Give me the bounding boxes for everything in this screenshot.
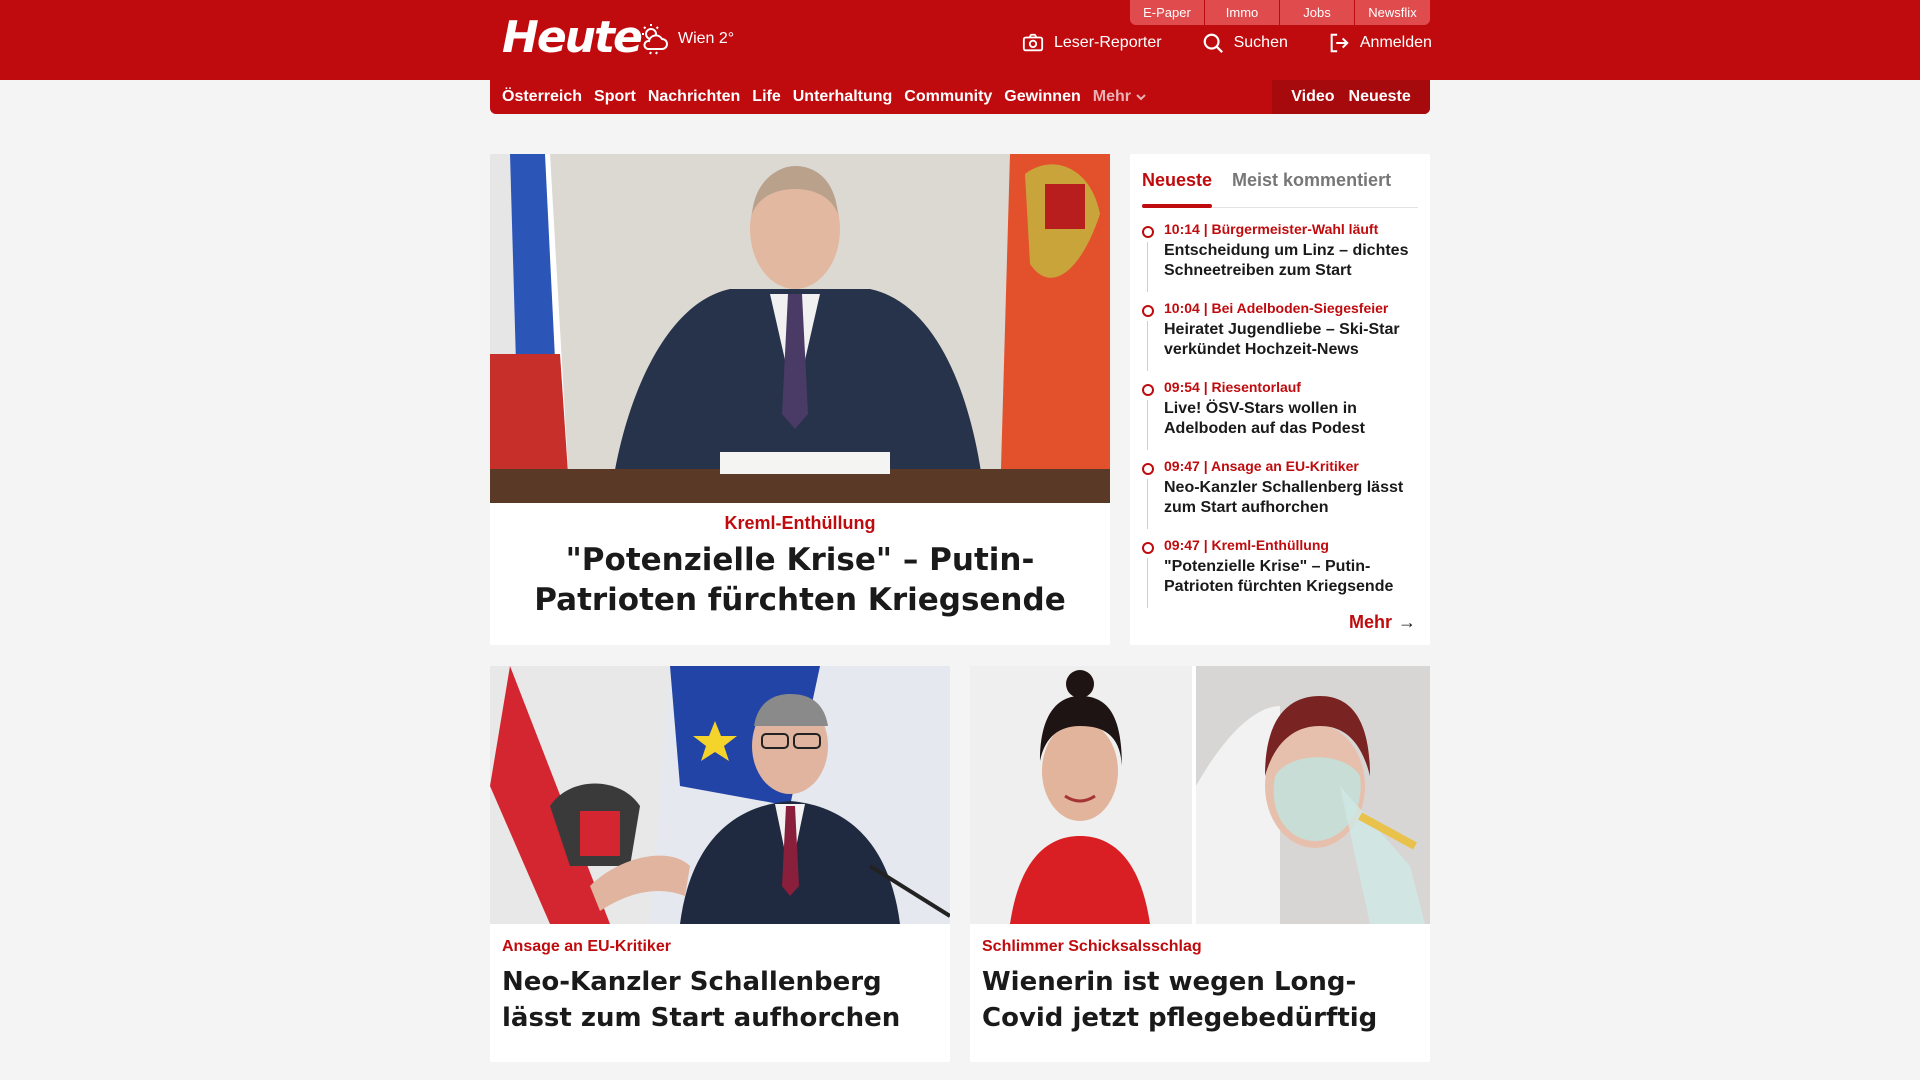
- article-card-headline[interactable]: Neo-Kanzler Schallenberg lässt zum Start…: [502, 964, 938, 1036]
- chevron-down-icon: [1136, 94, 1146, 101]
- news-feed-meta: 09:47 | Ansage an EU-Kritiker: [1164, 458, 1359, 474]
- leser-reporter-label: Leser-Reporter: [1054, 34, 1162, 51]
- article-card-image[interactable]: [970, 666, 1430, 924]
- nav-item-nachrichten[interactable]: Nachrichten: [648, 88, 740, 106]
- news-feed-meta: 10:14 | Bürgermeister-Wahl läuft: [1164, 221, 1379, 237]
- login-button[interactable]: Anmelden: [1328, 32, 1432, 54]
- nav-item-unterhaltung[interactable]: Unterhaltung: [793, 88, 893, 106]
- news-feed-title[interactable]: Live! ÖSV-Stars wollen in Adelboden auf …: [1164, 399, 1418, 439]
- sidebar-tabs: Neueste Meist kommentiert: [1142, 162, 1418, 208]
- nav-items: Österreich Sport Nachrichten Life Unterh…: [490, 80, 1159, 114]
- news-feed-list: 10:14 | Bürgermeister-Wahl läuft Entsche…: [1142, 220, 1418, 615]
- sidebar-more-link[interactable]: Mehr →: [1349, 612, 1416, 633]
- arrow-right-icon: →: [1398, 612, 1416, 632]
- article-card-kicker: Ansage an EU-Kritiker: [502, 938, 671, 955]
- login-icon: [1330, 33, 1349, 53]
- hero-headline[interactable]: "Potenzielle Krise" – Putin-Patrioten fü…: [490, 534, 1110, 620]
- news-feed-item[interactable]: 09:47 | Ansage an EU-Kritiker Neo-Kanzle…: [1142, 457, 1418, 536]
- news-feed-meta: 10:04 | Bei Adelboden-Siegesfeier: [1164, 300, 1389, 316]
- news-feed-item[interactable]: 10:04 | Bei Adelboden-Siegesfeier Heirat…: [1142, 299, 1418, 378]
- top-link-jobs[interactable]: Jobs: [1280, 0, 1355, 25]
- news-feed-item[interactable]: 10:14 | Bürgermeister-Wahl läuft Entsche…: [1142, 220, 1418, 299]
- news-feed-title[interactable]: Neo-Kanzler Schallenberg lässt zum Start…: [1164, 478, 1418, 518]
- top-link-newsflix[interactable]: Newsflix: [1355, 0, 1430, 25]
- nav-item-oesterreich[interactable]: Österreich: [502, 88, 582, 106]
- article-photo: [970, 666, 1430, 924]
- news-feed-meta: 09:54 | Riesentorlauf: [1164, 379, 1301, 395]
- search-button[interactable]: Suchen: [1202, 32, 1288, 54]
- hero-article[interactable]: Kreml-Enthüllung "Potenzielle Krise" – P…: [490, 154, 1110, 645]
- nav-more-label: Mehr: [1092, 88, 1131, 105]
- nav-item-neueste[interactable]: Neueste: [1349, 88, 1411, 106]
- article-card[interactable]: Ansage an EU-Kritiker Neo-Kanzler Schall…: [490, 666, 950, 1062]
- weather-location: Wien 2°: [678, 30, 735, 47]
- weather-widget[interactable]: Wien 2°: [638, 22, 734, 56]
- article-card-kicker: Schlimmer Schicksalsschlag: [982, 938, 1202, 955]
- camera-icon: [1022, 33, 1044, 52]
- header-actions: Leser-Reporter Suchen Anmelden: [1022, 32, 1432, 54]
- nav-more-dropdown[interactable]: Mehr: [1093, 88, 1147, 106]
- search-label: Suchen: [1233, 34, 1288, 51]
- news-feed-title[interactable]: Entscheidung um Linz – dichtes Schneetre…: [1164, 241, 1418, 281]
- nav-right-section: Video Neueste: [1272, 80, 1430, 114]
- article-card-headline[interactable]: Wienerin ist wegen Long-Covid jetzt pfle…: [982, 964, 1418, 1036]
- top-links: E-Paper Immo Jobs Newsflix: [1130, 0, 1430, 25]
- site-header: E-Paper Immo Jobs Newsflix Heute Wien 2°…: [0, 0, 1920, 80]
- news-feed-title[interactable]: Heiratet Jugendliebe – Ski-Star verkünde…: [1164, 320, 1418, 360]
- article-card[interactable]: Schlimmer Schicksalsschlag Wienerin ist …: [970, 666, 1430, 1062]
- hero-image[interactable]: [490, 154, 1110, 503]
- hero-kicker: Kreml-Enthüllung: [724, 513, 876, 533]
- news-feed-item[interactable]: 09:47 | Kreml-Enthüllung "Potenzielle Kr…: [1142, 536, 1418, 615]
- article-card-image[interactable]: [490, 666, 950, 924]
- main-navigation: Österreich Sport Nachrichten Life Unterh…: [490, 80, 1430, 114]
- nav-item-life[interactable]: Life: [752, 88, 780, 106]
- news-feed-title[interactable]: "Potenzielle Krise" – Putin-Patrioten fü…: [1164, 557, 1418, 597]
- leser-reporter-button[interactable]: Leser-Reporter: [1022, 32, 1162, 54]
- nav-item-video[interactable]: Video: [1291, 88, 1334, 106]
- news-ticker-sidebar: Neueste Meist kommentiert 10:14 | Bürger…: [1130, 154, 1430, 645]
- nav-item-community[interactable]: Community: [904, 88, 992, 106]
- search-icon: [1203, 33, 1223, 53]
- hero-photo: [490, 154, 1110, 503]
- login-label: Anmelden: [1359, 34, 1432, 51]
- top-link-immo[interactable]: Immo: [1205, 0, 1280, 25]
- cloud-sun-icon: [642, 24, 668, 55]
- news-feed-item[interactable]: 09:54 | Riesentorlauf Live! ÖSV-Stars wo…: [1142, 378, 1418, 457]
- nav-item-sport[interactable]: Sport: [594, 88, 636, 106]
- nav-item-gewinnen[interactable]: Gewinnen: [1004, 88, 1080, 106]
- top-link-epaper[interactable]: E-Paper: [1130, 0, 1205, 25]
- news-feed-meta: 09:47 | Kreml-Enthüllung: [1164, 537, 1329, 553]
- heute-logo[interactable]: Heute: [502, 14, 643, 62]
- sidebar-more-label: Mehr: [1348, 612, 1392, 632]
- article-photo: [490, 666, 950, 924]
- tab-neueste[interactable]: Neueste: [1142, 162, 1213, 208]
- tab-meist-kommentiert[interactable]: Meist kommentiert: [1232, 162, 1391, 207]
